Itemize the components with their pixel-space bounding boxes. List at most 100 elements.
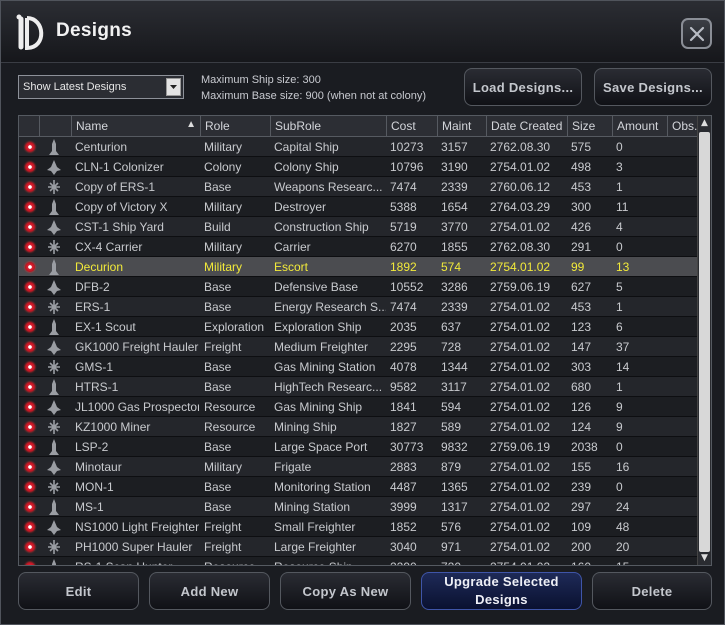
- size-limits: Maximum Ship size: 300 Maximum Base size…: [201, 72, 426, 104]
- cell-size: 126: [571, 400, 592, 414]
- copy-as-new-button[interactable]: Copy As New: [280, 572, 411, 610]
- cell-amount: 5: [616, 280, 623, 294]
- cell-name: MS-1: [75, 500, 104, 514]
- status-dot-icon: [25, 342, 35, 352]
- table-row[interactable]: ERS-1 Base Energy Research S... 7474 2339 275…: [19, 297, 697, 317]
- column-amount[interactable]: Amount: [612, 116, 667, 137]
- vertical-scrollbar[interactable]: ▲ ▼: [697, 116, 711, 565]
- column-icon[interactable]: [39, 116, 71, 137]
- cell-cost: 10552: [390, 280, 424, 294]
- table-row[interactable]: GK1000 Freight Hauler Freight Medium Freig…: [19, 337, 697, 357]
- cell-maint: 3770: [441, 220, 468, 234]
- column-cost[interactable]: Cost: [386, 116, 437, 137]
- load-designs-button[interactable]: Load Designs...: [464, 68, 582, 106]
- add-new-button[interactable]: Add New: [149, 572, 270, 610]
- cell-subrole: Escort: [274, 260, 309, 274]
- ship-silhouette-icon: [47, 280, 61, 295]
- table-row[interactable]: EX-1 Scout Exploration Exploration Ship 203…: [19, 317, 697, 337]
- scroll-up-arrow-icon[interactable]: ▲: [698, 116, 711, 130]
- cell-amount: 6: [616, 320, 623, 334]
- cell-amount: 0: [616, 140, 623, 154]
- ship-silhouette-icon: [48, 360, 60, 374]
- column-name[interactable]: Name ▲: [71, 116, 200, 137]
- cell-name: MON-1: [75, 480, 114, 494]
- cell-date: 2762.08.30: [490, 140, 551, 154]
- cell-name: RS-1 Scan Hunter: [75, 560, 199, 565]
- table-row[interactable]: LSP-2 Base Large Space Port 30773 9832 2759.0…: [19, 437, 697, 457]
- cell-name: ERS-1: [75, 300, 111, 314]
- cell-role: Resource: [204, 420, 256, 434]
- cell-subrole: Mining Ship: [274, 420, 337, 434]
- cell-name: PH1000 Super Hauler: [75, 540, 193, 554]
- cell-role: Base: [204, 380, 232, 394]
- table-row[interactable]: Minotaur Military Frigate 2883 879 2754.01.02…: [19, 457, 697, 477]
- cell-subrole: Gas Mining Station: [274, 360, 376, 374]
- ship-silhouette-icon: [48, 300, 60, 314]
- cell-date: 2754.01.02: [490, 160, 551, 174]
- status-dot-icon: [25, 162, 35, 172]
- scroll-down-arrow-icon[interactable]: ▼: [698, 551, 711, 565]
- cell-amount: 9: [616, 400, 623, 414]
- cell-role: Military: [204, 260, 242, 274]
- column-size[interactable]: Size: [567, 116, 612, 137]
- cell-size: 300: [571, 200, 592, 214]
- column-role[interactable]: Role: [200, 116, 270, 137]
- column-maint[interactable]: Maint: [437, 116, 486, 137]
- cell-date: 2754.01.02: [490, 460, 551, 474]
- cell-maint: 720: [441, 560, 486, 565]
- ship-silhouette-icon: [48, 480, 60, 494]
- table-row[interactable]: Copy of Victory X Military Destroyer 5388 16…: [19, 197, 697, 217]
- design-filter-dropdown[interactable]: Show Latest Designs: [18, 75, 184, 99]
- close-button[interactable]: [681, 18, 712, 49]
- cell-name: Copy of ERS-1: [75, 180, 156, 194]
- table-row[interactable]: GMS-1 Base Gas Mining Station 4078 1344 2754.…: [19, 357, 697, 377]
- scrollbar-thumb[interactable]: [699, 132, 710, 552]
- table-row[interactable]: KZ1000 Miner Resource Mining Ship 1827 589 27…: [19, 417, 697, 437]
- cell-date: 2759.06.19: [490, 440, 551, 454]
- table-row[interactable]: Centurion Military Capital Ship 10273 3157 27…: [19, 137, 697, 157]
- cell-maint: 971: [441, 540, 462, 554]
- cell-size: 2038: [571, 440, 598, 454]
- cell-maint: 879: [441, 460, 462, 474]
- cell-name: Centurion: [75, 140, 128, 154]
- cell-size: 160: [571, 560, 612, 565]
- cell-amount: 0: [616, 480, 623, 494]
- upgrade-selected-designs-button[interactable]: Upgrade Selected Designs: [421, 572, 582, 610]
- table-row[interactable]: DFB-2 Base Defensive Base 10552 3286 2759.06.…: [19, 277, 697, 297]
- table-row[interactable]: MS-1 Base Mining Station 3999 1317 2754.01.02…: [19, 497, 697, 517]
- cell-cost: 3999: [390, 500, 417, 514]
- cell-size: 453: [571, 300, 592, 314]
- delete-button[interactable]: Delete: [592, 572, 712, 610]
- cell-date: 2754.01.02: [490, 300, 551, 314]
- table-row[interactable]: MON-1 Base Monitoring Station 4487 1365 2754.…: [19, 477, 697, 497]
- cell-size: 124: [571, 420, 592, 434]
- status-dot-icon: [25, 322, 35, 332]
- ship-silhouette-icon: [49, 259, 59, 275]
- close-icon: [689, 26, 704, 41]
- edit-button[interactable]: Edit: [18, 572, 139, 610]
- table-row[interactable]: HTRS-1 Base HighTech Researc... 9582 3117 275…: [19, 377, 697, 397]
- cell-amount: 15: [616, 560, 667, 565]
- column-subrole[interactable]: SubRole: [270, 116, 386, 137]
- cell-cost: 2295: [390, 340, 417, 354]
- cell-name: Minotaur: [75, 460, 122, 474]
- table-row[interactable]: CST-1 Ship Yard Build Construction Ship 571…: [19, 217, 697, 237]
- table-row[interactable]: PH1000 Super Hauler Freight Large Freighte…: [19, 537, 697, 557]
- column-date-created[interactable]: Date Created: [486, 116, 567, 137]
- table-row[interactable]: JL1000 Gas Prospector Resource Gas Mining …: [19, 397, 697, 417]
- table-row[interactable]: Decurion Military Escort 1892 574 2754.01.02 9…: [19, 257, 697, 277]
- table-row[interactable]: NS1000 Light Freighter Freight Small Freig…: [19, 517, 697, 537]
- cell-cost: 5388: [390, 200, 417, 214]
- column-status[interactable]: [19, 116, 39, 137]
- column-obsolete[interactable]: Obs...: [667, 116, 699, 137]
- table-row[interactable]: Copy of ERS-1 Base Weapons Researc... 7474 2…: [19, 177, 697, 197]
- cell-name: JL1000 Gas Prospector: [75, 400, 199, 414]
- table-row[interactable]: CLN-1 Colonizer Colony Colony Ship 10796 319…: [19, 157, 697, 177]
- title-bar: Designs: [1, 1, 724, 63]
- save-designs-button[interactable]: Save Designs...: [594, 68, 712, 106]
- status-dot-icon: [25, 542, 35, 552]
- table-row[interactable]: RS-1 Scan Hunter Resource Resource Ship 229…: [19, 557, 697, 565]
- cell-role: Freight: [204, 520, 242, 534]
- table-row[interactable]: CX-4 Carrier Military Carrier 6270 1855 2762.…: [19, 237, 697, 257]
- ship-silhouette-icon: [49, 139, 59, 155]
